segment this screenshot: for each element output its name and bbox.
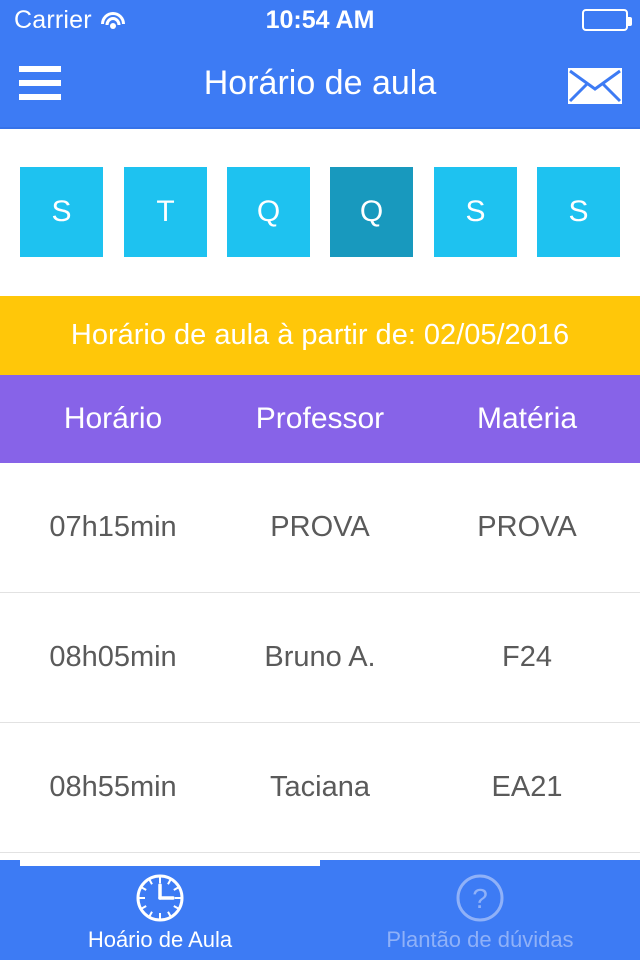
day-tab-label: Q [359,195,384,228]
table-header: Horário Professor Matéria [0,375,640,463]
cell-professor: Bruno A. [264,641,376,673]
cell-materia: EA21 [491,771,563,803]
table-row[interactable]: 08h05min Bruno A. F24 [0,593,640,723]
day-tab-label: Q [256,195,281,228]
cell-professor: PROVA [270,511,370,543]
cell-horario: 08h05min [49,641,177,673]
cell-materia: PROVA [477,511,577,543]
cell-horario: 07h15min [49,511,177,543]
day-selector: S T Q Q S S [0,129,640,296]
svg-text:?: ? [472,883,488,914]
table-row[interactable]: 08h55min Taciana EA21 [0,723,640,853]
navigation-bar: Horário de aula [0,40,640,129]
column-header-materia: Matéria [476,402,578,435]
bottom-tab-bar: Hoário de Aula ? Plantão de dúvidas [0,860,640,960]
day-tab-label: S [465,195,486,228]
schedule-start-banner: Horário de aula à partir de: 02/05/2016 [0,296,640,375]
column-header-professor: Professor [255,402,385,435]
status-bar-right [582,0,632,40]
status-bar-clock: 10:54 AM [265,6,375,34]
table-row[interactable]: 07h15min PROVA PROVA [0,463,640,593]
tab-label: Hoário de Aula [87,927,233,952]
app-screen: Carrier 10:54 AM Horário de aula S T Q Q [0,0,640,960]
tab-plantao-de-duvidas[interactable]: ? Plantão de dúvidas [320,860,640,960]
day-tab-1[interactable]: T [124,167,207,257]
cell-professor: Taciana [270,771,370,803]
battery-icon [582,9,632,31]
day-tab-3-selected[interactable]: Q [330,167,413,257]
page-title: Horário de aula [203,64,437,102]
cell-materia: F24 [502,641,552,673]
question-circle-icon: ? [454,872,506,924]
schedule-list[interactable]: 07h15min PROVA PROVA 08h05min Bruno A. F… [0,463,640,858]
column-header-horario: Horário [63,402,163,435]
envelope-icon[interactable] [568,68,622,104]
status-bar: Carrier 10:54 AM [0,0,640,40]
day-tab-label: S [568,195,589,228]
day-tab-4[interactable]: S [434,167,517,257]
active-tab-indicator [20,860,320,866]
day-tab-0[interactable]: S [20,167,103,257]
tab-label: Plantão de dúvidas [386,927,574,952]
clock-icon [134,872,186,924]
day-tab-2[interactable]: Q [227,167,310,257]
day-tab-label: S [51,195,72,228]
tab-horario-de-aula[interactable]: Hoário de Aula [0,860,320,960]
day-tab-label: T [156,195,175,228]
cell-horario: 08h55min [49,771,177,803]
day-tab-5[interactable]: S [537,167,620,257]
